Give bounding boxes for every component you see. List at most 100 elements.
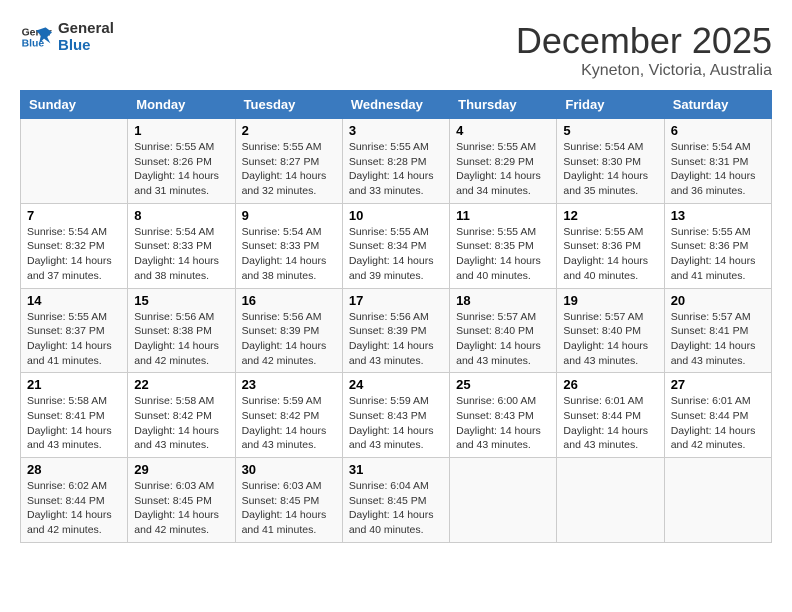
calendar-day-cell: 26 Sunrise: 6:01 AM Sunset: 8:44 PM Dayli… [557, 373, 664, 458]
calendar-day-cell: 29 Sunrise: 6:03 AM Sunset: 8:45 PM Dayli… [128, 458, 235, 543]
calendar-day-cell: 1Sunrise: 5:55 AM Sunset: 8:26 PM Daylig… [128, 119, 235, 204]
logo: General Blue General Blue [20, 20, 114, 54]
day-number: 10 [349, 208, 443, 223]
day-number: 29 [134, 462, 228, 477]
calendar-week-row: 1Sunrise: 5:55 AM Sunset: 8:26 PM Daylig… [21, 119, 772, 204]
day-info: Sunrise: 5:54 AM Sunset: 8:31 PM Dayligh… [671, 141, 756, 197]
calendar-day-cell: 31Sunrise: 6:04 AM Sunset: 8:45 PM Dayli… [342, 458, 449, 543]
day-info: Sunrise: 6:03 AM Sunset: 8:45 PM Dayligh… [242, 480, 327, 536]
weekday-header: Friday [557, 91, 664, 119]
day-number: 16 [242, 293, 336, 308]
day-info: Sunrise: 5:56 AM Sunset: 8:38 PM Dayligh… [134, 311, 219, 367]
day-info: Sunrise: 5:57 AM Sunset: 8:40 PM Dayligh… [456, 311, 541, 367]
calendar-day-cell: 20Sunrise: 5:57 AM Sunset: 8:41 PM Dayli… [664, 288, 771, 373]
weekday-header-row: SundayMondayTuesdayWednesdayThursdayFrid… [21, 91, 772, 119]
calendar-day-cell: 10Sunrise: 5:55 AM Sunset: 8:34 PM Dayli… [342, 203, 449, 288]
location-subtitle: Kyneton, Victoria, Australia [516, 62, 772, 80]
day-info: Sunrise: 5:59 AM Sunset: 8:42 PM Dayligh… [242, 395, 327, 451]
calendar-week-row: 7Sunrise: 5:54 AM Sunset: 8:32 PM Daylig… [21, 203, 772, 288]
day-number: 14 [27, 293, 121, 308]
calendar-day-cell [557, 458, 664, 543]
day-info: Sunrise: 5:55 AM Sunset: 8:26 PM Dayligh… [134, 141, 219, 197]
day-info: Sunrise: 5:57 AM Sunset: 8:40 PM Dayligh… [563, 311, 648, 367]
day-info: Sunrise: 6:01 AM Sunset: 8:44 PM Dayligh… [563, 395, 648, 451]
calendar-day-cell: 22 Sunrise: 5:58 AM Sunset: 8:42 PM Dayli… [128, 373, 235, 458]
calendar-week-row: 14 Sunrise: 5:55 AM Sunset: 8:37 PM Dayli… [21, 288, 772, 373]
calendar-day-cell [450, 458, 557, 543]
day-info: Sunrise: 5:58 AM Sunset: 8:42 PM Dayligh… [134, 395, 219, 451]
calendar-week-row: 28Sunrise: 6:02 AM Sunset: 8:44 PM Dayli… [21, 458, 772, 543]
month-title: December 2025 [516, 20, 772, 62]
calendar-table: SundayMondayTuesdayWednesdayThursdayFrid… [20, 90, 772, 543]
day-info: Sunrise: 6:02 AM Sunset: 8:44 PM Dayligh… [27, 480, 112, 536]
logo-blue: Blue [58, 37, 114, 54]
day-number: 22 [134, 377, 228, 392]
day-number: 13 [671, 208, 765, 223]
day-info: Sunrise: 5:54 AM Sunset: 8:33 PM Dayligh… [242, 226, 327, 282]
calendar-body: 1Sunrise: 5:55 AM Sunset: 8:26 PM Daylig… [21, 119, 772, 543]
day-number: 21 [27, 377, 121, 392]
day-info: Sunrise: 6:00 AM Sunset: 8:43 PM Dayligh… [456, 395, 541, 451]
day-number: 23 [242, 377, 336, 392]
day-number: 20 [671, 293, 765, 308]
day-number: 18 [456, 293, 550, 308]
day-number: 2 [242, 123, 336, 138]
day-info: Sunrise: 6:01 AM Sunset: 8:44 PM Dayligh… [671, 395, 756, 451]
weekday-header: Thursday [450, 91, 557, 119]
weekday-header: Saturday [664, 91, 771, 119]
day-number: 27 [671, 377, 765, 392]
title-block: December 2025 Kyneton, Victoria, Austral… [516, 20, 772, 80]
day-number: 6 [671, 123, 765, 138]
day-info: Sunrise: 6:03 AM Sunset: 8:45 PM Dayligh… [134, 480, 219, 536]
day-info: Sunrise: 5:55 AM Sunset: 8:37 PM Dayligh… [27, 311, 112, 367]
day-info: Sunrise: 5:54 AM Sunset: 8:33 PM Dayligh… [134, 226, 219, 282]
day-info: Sunrise: 5:55 AM Sunset: 8:27 PM Dayligh… [242, 141, 327, 197]
calendar-day-cell: 23 Sunrise: 5:59 AM Sunset: 8:42 PM Dayli… [235, 373, 342, 458]
day-number: 4 [456, 123, 550, 138]
calendar-day-cell: 21 Sunrise: 5:58 AM Sunset: 8:41 PM Dayli… [21, 373, 128, 458]
weekday-header: Wednesday [342, 91, 449, 119]
day-info: Sunrise: 5:55 AM Sunset: 8:35 PM Dayligh… [456, 226, 541, 282]
calendar-day-cell: 13 Sunrise: 5:55 AM Sunset: 8:36 PM Dayli… [664, 203, 771, 288]
day-number: 8 [134, 208, 228, 223]
day-number: 3 [349, 123, 443, 138]
day-info: Sunrise: 6:04 AM Sunset: 8:45 PM Dayligh… [349, 480, 434, 536]
calendar-week-row: 21 Sunrise: 5:58 AM Sunset: 8:41 PM Dayli… [21, 373, 772, 458]
calendar-day-cell: 19 Sunrise: 5:57 AM Sunset: 8:40 PM Dayli… [557, 288, 664, 373]
day-number: 9 [242, 208, 336, 223]
weekday-header: Sunday [21, 91, 128, 119]
day-number: 30 [242, 462, 336, 477]
calendar-day-cell: 28Sunrise: 6:02 AM Sunset: 8:44 PM Dayli… [21, 458, 128, 543]
page-header: General Blue General Blue December 2025 … [20, 20, 772, 80]
calendar-day-cell [664, 458, 771, 543]
calendar-day-cell: 6 Sunrise: 5:54 AM Sunset: 8:31 PM Daylig… [664, 119, 771, 204]
day-number: 26 [563, 377, 657, 392]
calendar-day-cell: 2 Sunrise: 5:55 AM Sunset: 8:27 PM Daylig… [235, 119, 342, 204]
calendar-day-cell: 27 Sunrise: 6:01 AM Sunset: 8:44 PM Dayli… [664, 373, 771, 458]
day-info: Sunrise: 5:55 AM Sunset: 8:28 PM Dayligh… [349, 141, 434, 197]
day-number: 11 [456, 208, 550, 223]
day-number: 24 [349, 377, 443, 392]
day-number: 19 [563, 293, 657, 308]
calendar-day-cell: 8 Sunrise: 5:54 AM Sunset: 8:33 PM Daylig… [128, 203, 235, 288]
calendar-day-cell: 17Sunrise: 5:56 AM Sunset: 8:39 PM Dayli… [342, 288, 449, 373]
calendar-day-cell: 16Sunrise: 5:56 AM Sunset: 8:39 PM Dayli… [235, 288, 342, 373]
day-info: Sunrise: 5:55 AM Sunset: 8:36 PM Dayligh… [671, 226, 756, 282]
calendar-day-cell: 9 Sunrise: 5:54 AM Sunset: 8:33 PM Daylig… [235, 203, 342, 288]
calendar-day-cell: 25 Sunrise: 6:00 AM Sunset: 8:43 PM Dayli… [450, 373, 557, 458]
calendar-day-cell: 30 Sunrise: 6:03 AM Sunset: 8:45 PM Dayli… [235, 458, 342, 543]
calendar-day-cell: 4Sunrise: 5:55 AM Sunset: 8:29 PM Daylig… [450, 119, 557, 204]
calendar-day-cell: 14 Sunrise: 5:55 AM Sunset: 8:37 PM Dayli… [21, 288, 128, 373]
day-number: 25 [456, 377, 550, 392]
day-number: 12 [563, 208, 657, 223]
logo-icon: General Blue [20, 21, 52, 53]
day-info: Sunrise: 5:58 AM Sunset: 8:41 PM Dayligh… [27, 395, 112, 451]
calendar-day-cell: 15Sunrise: 5:56 AM Sunset: 8:38 PM Dayli… [128, 288, 235, 373]
calendar-day-cell: 11 Sunrise: 5:55 AM Sunset: 8:35 PM Dayli… [450, 203, 557, 288]
weekday-header: Tuesday [235, 91, 342, 119]
calendar-day-cell: 24Sunrise: 5:59 AM Sunset: 8:43 PM Dayli… [342, 373, 449, 458]
day-info: Sunrise: 5:55 AM Sunset: 8:36 PM Dayligh… [563, 226, 648, 282]
calendar-day-cell: 7Sunrise: 5:54 AM Sunset: 8:32 PM Daylig… [21, 203, 128, 288]
day-number: 17 [349, 293, 443, 308]
calendar-day-cell: 5Sunrise: 5:54 AM Sunset: 8:30 PM Daylig… [557, 119, 664, 204]
